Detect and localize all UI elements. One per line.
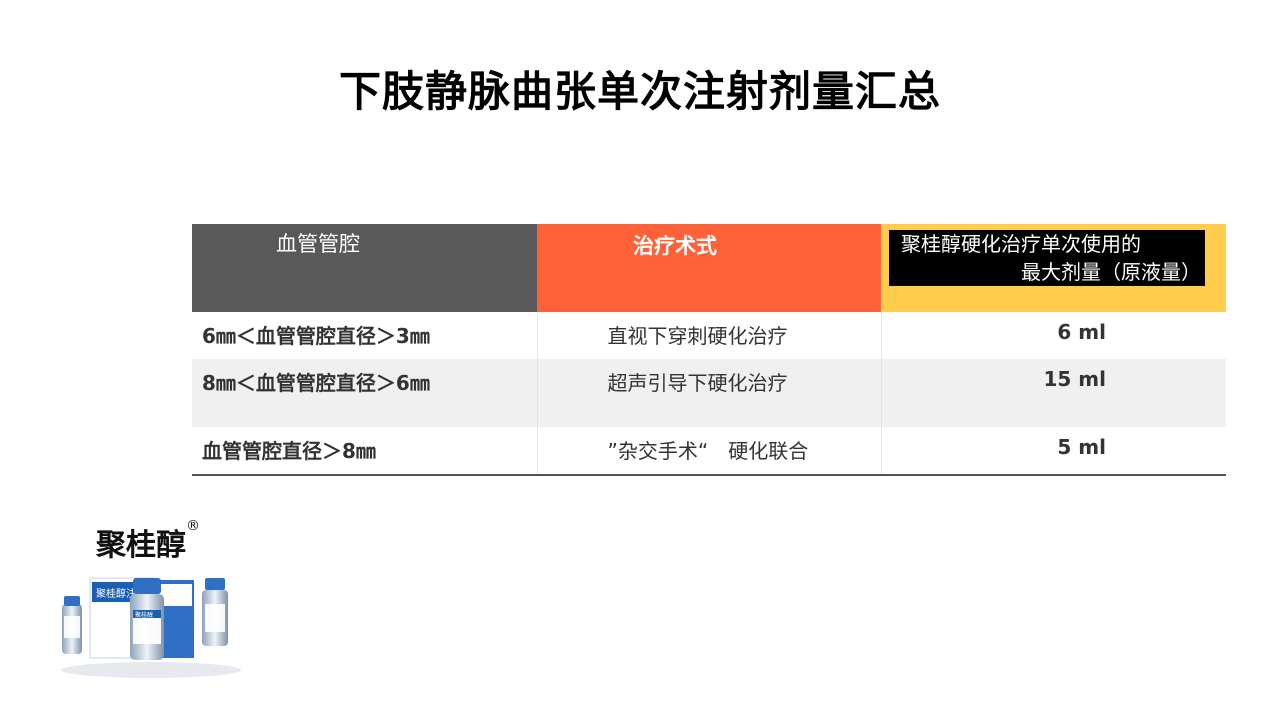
- header-max-dose: 聚桂醇硬化治疗单次使用的 最大剂量（原液量）: [881, 224, 1226, 312]
- vial-label: 聚桂醇: [135, 611, 153, 619]
- cell-method-text: ”杂交手术“ 硬化联合: [607, 439, 809, 463]
- cell-method: 超声引导下硬化治疗: [537, 359, 882, 427]
- cell-lumen: 6㎜＜血管管腔直径＞3㎜: [192, 312, 538, 359]
- registered-mark: ®: [186, 518, 200, 534]
- cell-lumen: 血管管腔直径＞8㎜: [192, 427, 538, 476]
- table-row: 6㎜＜血管管腔直径＞3㎜ 直视下穿刺硬化治疗 6 ml: [192, 312, 1226, 359]
- cell-dose: 5 ml: [881, 427, 1226, 476]
- brand-logo: 聚桂醇®: [96, 518, 200, 564]
- header-lumen: 血管管腔: [192, 224, 537, 312]
- header-lumen-label: 血管管腔: [276, 232, 360, 256]
- header-max-dose-line2: 最大剂量（原液量）: [1021, 260, 1201, 284]
- header-max-dose-line1: 聚桂醇硬化治疗单次使用的: [901, 232, 1141, 256]
- cell-lumen-text: 血管管腔直径＞8㎜: [202, 439, 376, 463]
- cell-dose: 6 ml: [881, 312, 1226, 359]
- cell-method-text: 超声引导下硬化治疗: [607, 371, 788, 395]
- cell-method-text: 直视下穿刺硬化治疗: [607, 324, 788, 348]
- brand-name: 聚桂醇: [96, 528, 186, 563]
- product-image: 聚桂醇注射液 聚桂醇: [61, 577, 241, 678]
- cell-dose: 15 ml: [881, 359, 1226, 427]
- header-method-label: 治疗术式: [633, 234, 717, 258]
- page-title: 下肢静脉曲张单次注射剂量汇总: [338, 67, 941, 116]
- header-method: 治疗术式: [537, 224, 881, 312]
- cell-dose-text: 6 ml: [1057, 320, 1106, 344]
- cell-method: ”杂交手术“ 硬化联合: [537, 427, 882, 476]
- header-max-dose-box: 聚桂醇硬化治疗单次使用的 最大剂量（原液量）: [889, 230, 1205, 286]
- cell-lumen: 8㎜＜血管管腔直径＞6㎜: [192, 359, 538, 427]
- cell-lumen-text: 8㎜＜血管管腔直径＞6㎜: [202, 371, 430, 395]
- dose-summary-table: 血管管腔 治疗术式 聚桂醇硬化治疗单次使用的 最大剂量（原液量） 6㎜＜血管管腔…: [192, 224, 1226, 476]
- cell-method: 直视下穿刺硬化治疗: [537, 312, 882, 359]
- cell-lumen-text: 6㎜＜血管管腔直径＞3㎜: [202, 324, 430, 348]
- table-row: 血管管腔直径＞8㎜ ”杂交手术“ 硬化联合 5 ml: [192, 427, 1226, 476]
- table-row: 8㎜＜血管管腔直径＞6㎜ 超声引导下硬化治疗 15 ml: [192, 359, 1226, 427]
- cell-dose-text: 15 ml: [1043, 367, 1107, 391]
- table-header-row: 血管管腔 治疗术式 聚桂醇硬化治疗单次使用的 最大剂量（原液量）: [192, 224, 1226, 312]
- cell-dose-text: 5 ml: [1057, 435, 1106, 459]
